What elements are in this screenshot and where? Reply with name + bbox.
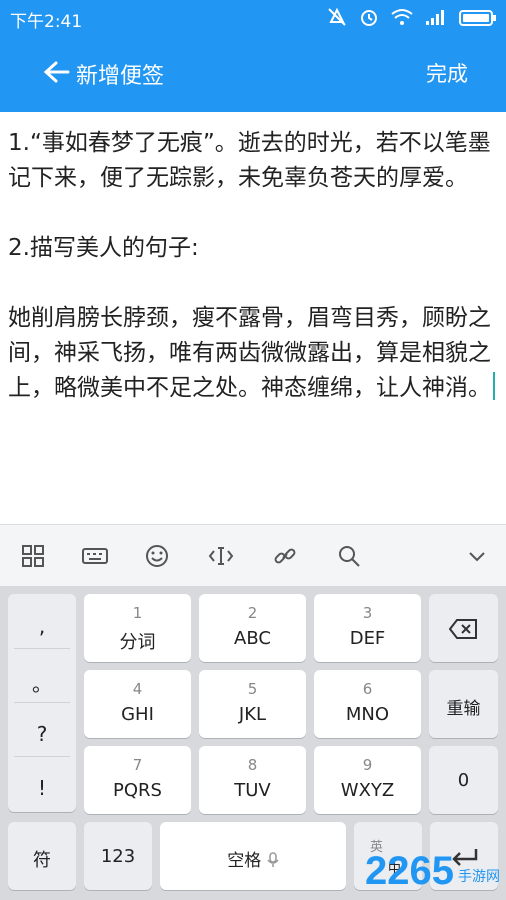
page-title: 新增便签 xyxy=(76,64,165,89)
key-number: 3 xyxy=(362,604,373,622)
key-label: DEF xyxy=(349,628,386,649)
search-icon[interactable] xyxy=(336,543,362,569)
app-bar: 新增便签 完成 xyxy=(0,34,506,112)
text-cursor xyxy=(493,372,495,400)
space-label: 空格 xyxy=(227,851,262,871)
key-label: TUV xyxy=(234,780,271,801)
divider xyxy=(14,756,70,757)
key-label: 0 xyxy=(457,770,470,791)
keyboard-icon[interactable] xyxy=(82,543,108,569)
cursor-move-icon[interactable] xyxy=(208,543,234,569)
key-7[interactable]: 7 PQRS xyxy=(84,746,191,814)
grid-menu-icon[interactable] xyxy=(20,543,46,569)
punct-question-key[interactable]: ? xyxy=(8,722,76,746)
punct-period-key[interactable]: 。 xyxy=(8,668,76,697)
backspace-key[interactable] xyxy=(429,594,498,662)
punct-comma-key[interactable]: , xyxy=(8,614,76,638)
back-arrow-icon[interactable] xyxy=(40,56,72,88)
key-number: 4 xyxy=(132,680,143,698)
status-bar: 下午2:41 xyxy=(0,0,506,34)
key-number: 9 xyxy=(362,756,373,774)
key-label: 空格 xyxy=(160,846,346,871)
key-number: 6 xyxy=(362,680,373,698)
alarm-icon xyxy=(361,10,377,26)
key-label: 符 xyxy=(33,850,51,871)
key-label: PQRS xyxy=(113,780,162,801)
symbols-key[interactable]: 符 xyxy=(8,822,76,890)
key-1[interactable]: 1 分词 xyxy=(84,594,191,662)
keyboard-toolbar xyxy=(0,524,506,587)
key-6[interactable]: 6 MNO xyxy=(314,670,421,738)
key-3[interactable]: 3 DEF xyxy=(314,594,421,662)
key-9[interactable]: 9 WXYZ xyxy=(314,746,421,814)
key-label: ABC xyxy=(234,628,271,649)
key-label: 重输 xyxy=(446,699,481,719)
battery-icon xyxy=(459,10,496,26)
note-editor[interactable]: 1.“事如春梦了无痕”。逝去的时光，若不以笔墨记下来，便了无踪影，未免辜负苍天的… xyxy=(0,112,506,524)
microphone-icon xyxy=(267,852,279,867)
emoji-icon[interactable] xyxy=(144,543,170,569)
punctuation-column[interactable]: , 。 ? ! xyxy=(8,594,76,812)
rerun-key[interactable]: 重输 xyxy=(429,670,498,738)
key-2[interactable]: 2 ABC xyxy=(199,594,306,662)
note-content: 1.“事如春梦了无痕”。逝去的时光，若不以笔墨记下来，便了无踪影，未免辜负苍天的… xyxy=(8,130,491,401)
key-8[interactable]: 8 TUV xyxy=(199,746,306,814)
key-label: JKL xyxy=(238,704,267,725)
key-label: MNO xyxy=(345,704,390,725)
key-number: 2 xyxy=(247,604,258,622)
key-label: GHI xyxy=(121,704,154,725)
punct-exclaim-key[interactable]: ! xyxy=(8,776,76,800)
numbers-key[interactable]: 123 xyxy=(84,822,152,890)
backspace-icon xyxy=(449,619,477,639)
done-button[interactable]: 完成 xyxy=(426,58,468,88)
status-time: 下午2:41 xyxy=(10,12,83,32)
chevron-down-icon[interactable] xyxy=(464,543,490,569)
wifi-icon xyxy=(391,9,413,25)
watermark-brand: 2265 xyxy=(365,849,454,893)
key-5[interactable]: 5 JKL xyxy=(199,670,306,738)
key-label: 123 xyxy=(100,846,136,867)
space-key[interactable]: 空格 xyxy=(160,822,346,890)
divider xyxy=(14,648,70,649)
zero-key[interactable]: 0 xyxy=(429,746,498,814)
signal-icon xyxy=(426,10,444,25)
key-number: 8 xyxy=(247,756,258,774)
key-label: 分词 xyxy=(119,632,156,653)
key-number: 7 xyxy=(132,756,143,774)
silent-icon xyxy=(328,7,346,26)
watermark-site: 手游网 xyxy=(458,869,500,885)
key-4[interactable]: 4 GHI xyxy=(84,670,191,738)
key-number: 1 xyxy=(132,604,143,622)
key-number: 5 xyxy=(247,680,258,698)
watermark: 2265 手游网 xyxy=(365,849,500,894)
status-icons xyxy=(326,6,498,28)
divider xyxy=(14,702,70,703)
keyboard: , 。 ? ! 1 分词 2 ABC 3 DEF 4 GHI 5 JKL 6 M… xyxy=(0,586,506,900)
key-label: WXYZ xyxy=(340,780,395,801)
link-icon[interactable] xyxy=(272,543,298,569)
